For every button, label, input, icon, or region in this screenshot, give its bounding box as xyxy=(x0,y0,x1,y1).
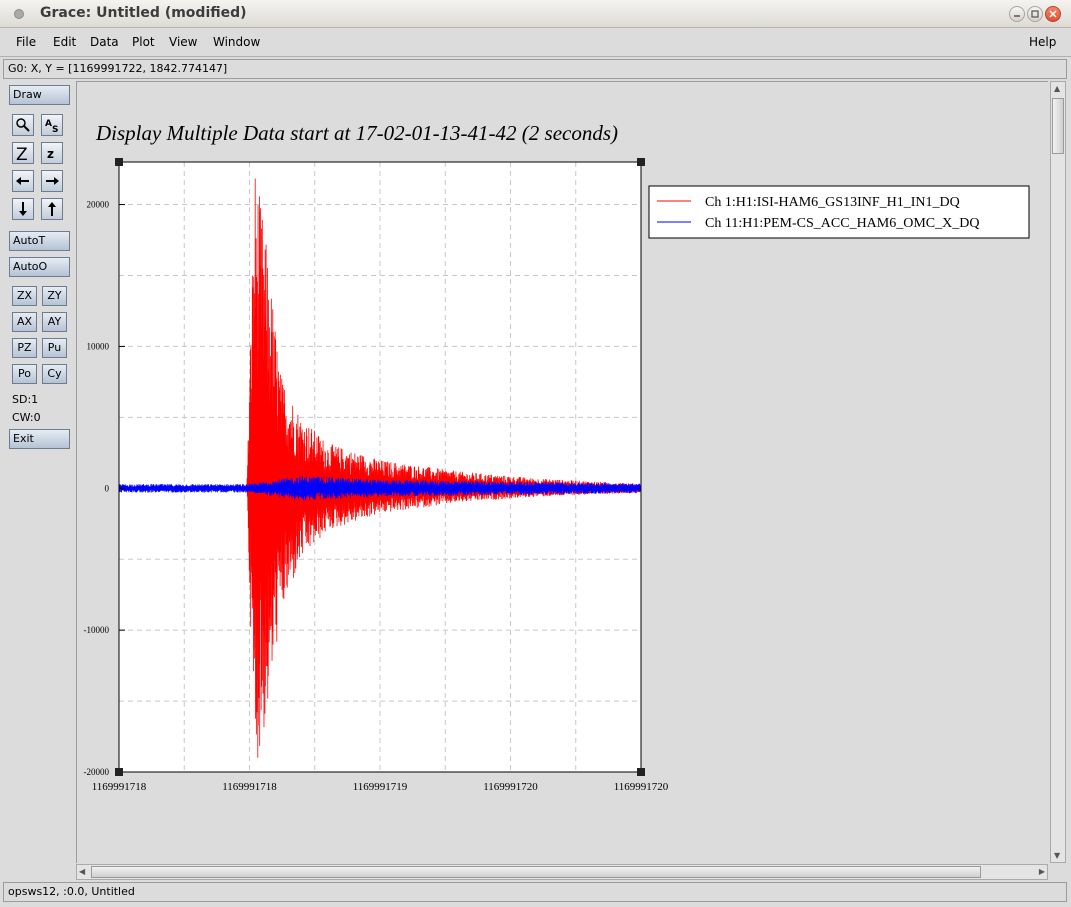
horizontal-scrollbar[interactable]: ◀ ▶ xyxy=(76,864,1048,880)
text-scale-icon: A S xyxy=(45,119,58,133)
locator-text: G0: X, Y = [1169991722, 1842.774147] xyxy=(8,62,228,75)
plot-svg: Display Multiple Data start at 17-02-01-… xyxy=(84,121,1030,793)
pu-button[interactable]: Pu xyxy=(42,338,67,358)
scroll-left-button[interactable] xyxy=(12,170,34,192)
menu-window[interactable]: Window xyxy=(213,35,260,49)
maximize-button[interactable] xyxy=(1027,6,1043,22)
menu-view[interactable]: View xyxy=(169,35,197,49)
menu-edit[interactable]: Edit xyxy=(53,35,76,49)
close-button[interactable] xyxy=(1045,6,1061,22)
status-bar: opsws12, :0.0, Untitled xyxy=(3,882,1067,902)
x-tick-label: 1169991718 xyxy=(92,781,147,793)
y-tick-label: -20000 xyxy=(84,767,110,777)
resize-handle[interactable] xyxy=(637,158,645,166)
minimize-icon xyxy=(1014,15,1020,17)
exit-button[interactable]: Exit xyxy=(9,429,70,449)
zx-button[interactable]: ZX xyxy=(12,286,37,306)
menu-help[interactable]: Help xyxy=(1029,35,1056,49)
locator-bar: G0: X, Y = [1169991722, 1842.774147] xyxy=(3,59,1067,79)
menu-data[interactable]: Data xyxy=(90,35,119,49)
arrow-down-icon xyxy=(19,202,27,216)
x-tick-label: 1169991720 xyxy=(614,781,669,793)
y-tick-label: 10000 xyxy=(87,341,110,351)
legend: Ch 1:H1:ISI-HAM6_GS13INF_H1_IN1_DQ Ch 11:… xyxy=(648,185,1030,239)
x-tick-label: 1169991719 xyxy=(353,781,408,793)
current-world-label: CW:0 xyxy=(12,411,41,424)
arrow-left-icon xyxy=(16,177,29,185)
zy-button[interactable]: ZY xyxy=(42,286,67,306)
svg-text:z: z xyxy=(47,147,54,161)
vertical-scroll-thumb[interactable] xyxy=(1052,98,1064,154)
draw-button[interactable]: Draw xyxy=(9,85,70,105)
scroll-up-button[interactable] xyxy=(41,198,63,220)
vertical-scrollbar[interactable]: ▲ ▼ xyxy=(1050,81,1066,863)
legend-label: Ch 1:H1:ISI-HAM6_GS13INF_H1_IN1_DQ xyxy=(705,195,960,210)
autoo-button[interactable]: AutoO xyxy=(9,257,70,277)
scroll-right-arrow-icon[interactable]: ▶ xyxy=(1039,867,1045,876)
resize-handle[interactable] xyxy=(115,768,123,776)
stack-depth-label: SD:1 xyxy=(12,393,39,406)
menu-bar: File Edit Data Plot View Window Help xyxy=(0,28,1071,57)
po-button[interactable]: Po xyxy=(12,364,37,384)
ay-button[interactable]: AY xyxy=(42,312,67,332)
svg-text:Z: Z xyxy=(16,145,28,161)
menu-file[interactable]: File xyxy=(16,35,36,49)
status-text: opsws12, :0.0, Untitled xyxy=(8,885,135,898)
arrow-right-icon xyxy=(46,177,59,185)
arrow-up-icon xyxy=(48,202,56,216)
resize-handle[interactable] xyxy=(115,158,123,166)
y-tick-label: 0 xyxy=(105,483,110,493)
chart-title: Display Multiple Data start at 17-02-01-… xyxy=(95,121,618,145)
grace-window: Grace: Untitled (modified) File Edit Dat… xyxy=(0,0,1071,907)
magnifier-icon xyxy=(16,118,30,132)
scroll-up-arrow-icon[interactable]: ▲ xyxy=(1054,84,1060,93)
window-title: Grace: Untitled (modified) xyxy=(40,5,247,21)
plot-canvas[interactable]: Display Multiple Data start at 17-02-01-… xyxy=(76,81,1048,863)
x-tick-label: 1169991718 xyxy=(222,781,277,793)
title-bar: Grace: Untitled (modified) xyxy=(0,0,1071,28)
scroll-left-arrow-icon[interactable]: ◀ xyxy=(79,867,85,876)
legend-label: Ch 11:H1:PEM-CS_ACC_HAM6_OMC_X_DQ xyxy=(705,216,979,231)
svg-text:S: S xyxy=(52,125,58,133)
minimize-button[interactable] xyxy=(1009,6,1025,22)
zoom-x-large-button[interactable]: Z xyxy=(12,142,34,164)
close-icon xyxy=(1049,10,1057,18)
menu-plot[interactable]: Plot xyxy=(132,35,155,49)
scroll-right-button[interactable] xyxy=(41,170,63,192)
window-menu-icon[interactable] xyxy=(14,9,24,19)
large-z-icon: Z xyxy=(16,145,28,161)
toolbar: Draw A S Z z AutoT AutoO ZX ZY AX AY PZ … xyxy=(4,82,74,872)
scroll-down-arrow-icon[interactable]: ▼ xyxy=(1054,851,1060,860)
x-tick-label: 1169991720 xyxy=(483,781,538,793)
zoom-button[interactable] xyxy=(12,114,34,136)
resize-handle[interactable] xyxy=(637,768,645,776)
autoscale-text-button[interactable]: A S xyxy=(41,114,63,136)
scroll-down-button[interactable] xyxy=(12,198,34,220)
horizontal-scroll-thumb[interactable] xyxy=(91,866,981,878)
zoom-small-button[interactable]: z xyxy=(41,142,63,164)
pz-button[interactable]: PZ xyxy=(12,338,37,358)
svg-text:A: A xyxy=(45,119,52,129)
ax-button[interactable]: AX xyxy=(12,312,37,332)
small-z-icon: z xyxy=(47,147,54,161)
autot-button[interactable]: AutoT xyxy=(9,231,70,251)
y-tick-label: 20000 xyxy=(87,200,110,210)
y-tick-label: -10000 xyxy=(84,625,110,635)
cy-button[interactable]: Cy xyxy=(42,364,67,384)
maximize-icon xyxy=(1031,10,1039,18)
